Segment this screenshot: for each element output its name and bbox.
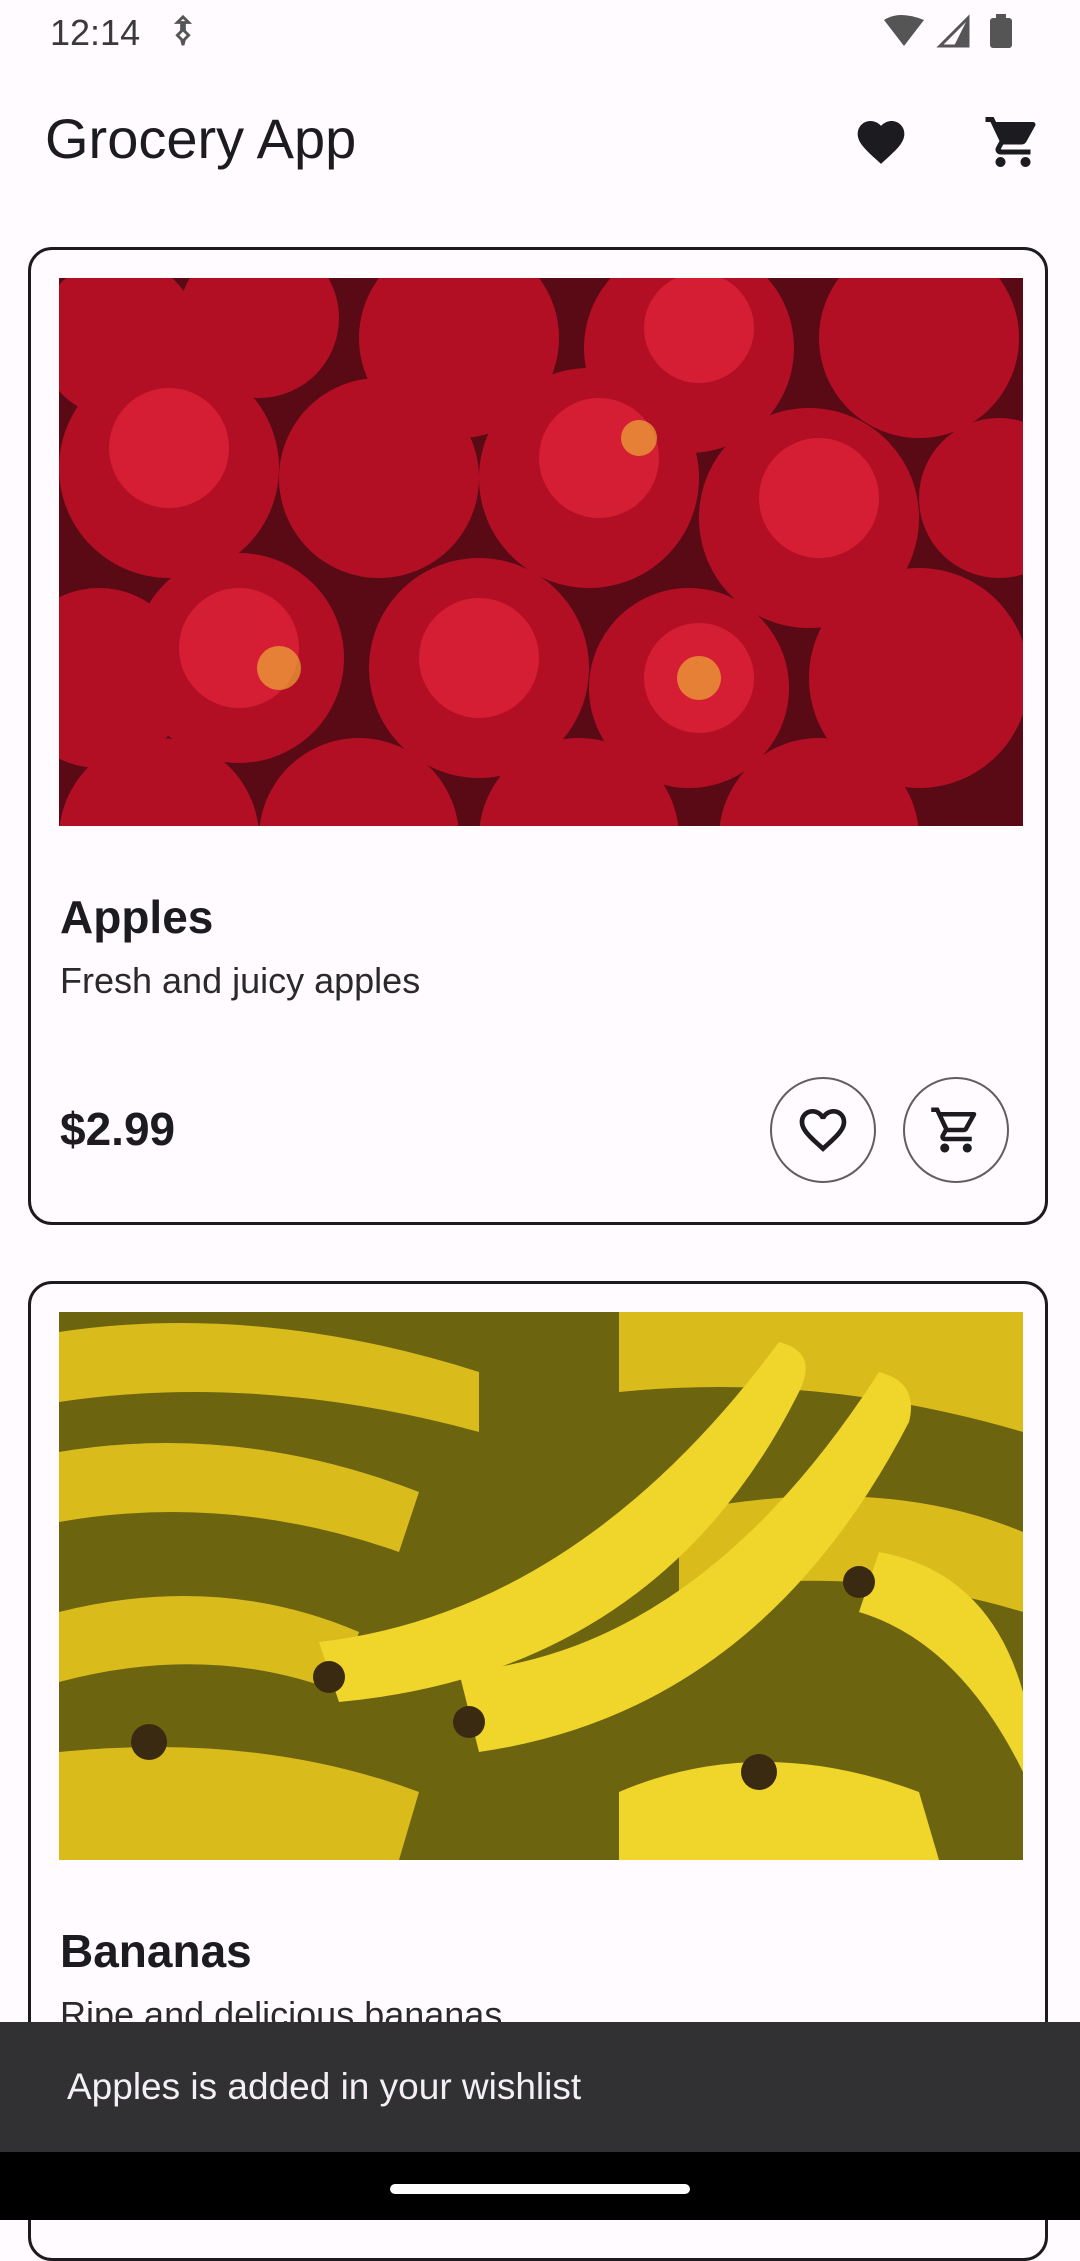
product-name: Apples	[60, 891, 214, 943]
add-to-cart-button[interactable]	[903, 1077, 1009, 1183]
status-time: 12:14	[50, 12, 141, 53]
status-icons	[884, 14, 1012, 48]
status-bar: 12:14	[0, 0, 1080, 66]
product-image-apples	[59, 278, 1023, 826]
cart-button[interactable]	[963, 92, 1063, 192]
snackbar-message: Apples is added in your wishlist	[67, 2066, 582, 2107]
battery-icon	[990, 18, 1012, 48]
page-title: Grocery App	[45, 107, 357, 170]
home-gesture-handle[interactable]	[390, 2184, 690, 2194]
add-to-wishlist-button[interactable]	[770, 1077, 876, 1183]
heart-outline-icon	[799, 1109, 847, 1152]
product-price: $2.99	[60, 1103, 176, 1155]
product-description: Fresh and juicy apples	[60, 960, 421, 1001]
system-nav-bar	[0, 2152, 1080, 2220]
product-image-bananas	[59, 1312, 1023, 1860]
usb-debug-icon	[173, 14, 193, 46]
wifi-icon	[884, 15, 924, 46]
shopping-cart-icon	[985, 117, 1036, 167]
product-card[interactable]: Apples Fresh and juicy apples $2.99	[28, 247, 1048, 1225]
snackbar: Apples is added in your wishlist	[0, 2022, 1080, 2152]
app-bar: Grocery App	[0, 70, 1080, 210]
shopping-cart-outline-icon	[931, 1107, 977, 1153]
heart-filled-icon	[857, 121, 905, 164]
wishlist-button[interactable]	[831, 92, 931, 192]
product-name: Bananas	[60, 1925, 252, 1977]
